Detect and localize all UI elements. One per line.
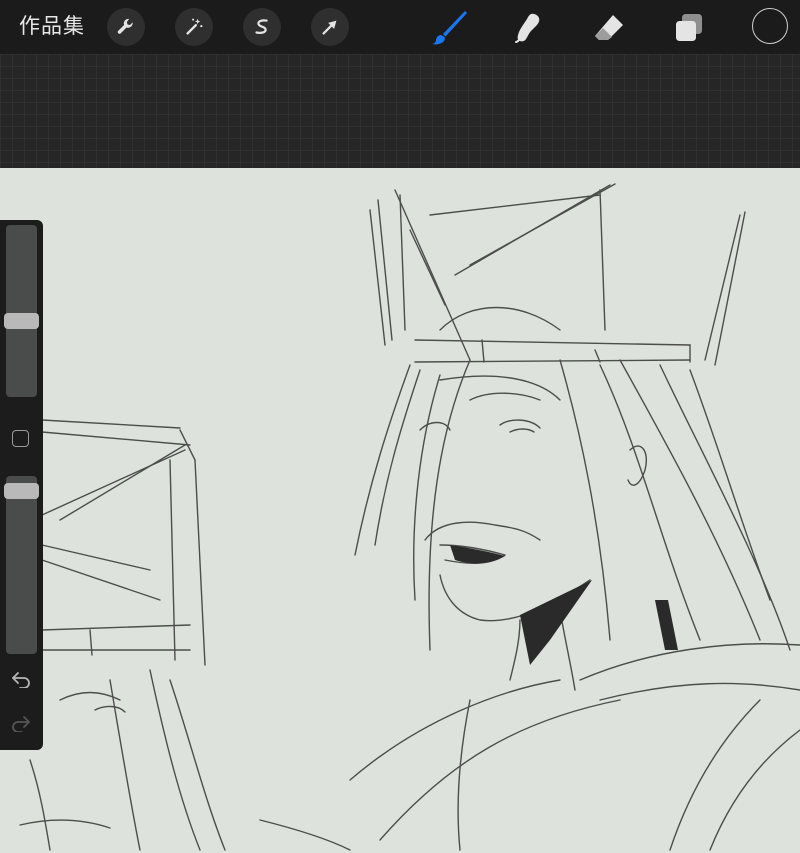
actions-button[interactable] bbox=[107, 8, 145, 46]
redo-icon[interactable] bbox=[10, 714, 32, 732]
magic-wand-icon bbox=[186, 18, 203, 35]
opacity-thumb[interactable] bbox=[4, 483, 39, 499]
opacity-slider[interactable] bbox=[6, 476, 37, 654]
layers-icon bbox=[676, 14, 702, 41]
color-picker-button[interactable] bbox=[752, 8, 788, 44]
left-sidebar bbox=[0, 220, 43, 750]
gallery-button[interactable]: 作品集 bbox=[19, 13, 85, 39]
transform-button[interactable] bbox=[311, 8, 349, 46]
layers-button[interactable] bbox=[669, 8, 709, 48]
smudge-icon bbox=[515, 13, 540, 43]
eraser-button[interactable] bbox=[589, 8, 629, 48]
eraser-icon bbox=[595, 15, 623, 40]
adjustments-button[interactable] bbox=[175, 8, 213, 46]
selection-button[interactable] bbox=[243, 8, 281, 46]
sketch-artwork bbox=[19, 183, 800, 851]
brush-size-slider[interactable] bbox=[6, 225, 37, 397]
undo-icon[interactable] bbox=[10, 670, 32, 688]
drawing-canvas[interactable] bbox=[0, 168, 800, 853]
top-toolbar: 作品集 bbox=[0, 0, 800, 54]
brush-size-thumb[interactable] bbox=[4, 313, 39, 329]
transform-arrow-icon bbox=[322, 20, 337, 35]
selection-icon bbox=[255, 19, 268, 34]
brush-icon bbox=[432, 11, 467, 45]
smudge-button[interactable] bbox=[509, 8, 549, 48]
brush-button[interactable] bbox=[429, 8, 469, 48]
workspace-background bbox=[0, 54, 800, 168]
wrench-icon bbox=[117, 18, 133, 34]
modify-button[interactable] bbox=[12, 430, 29, 447]
